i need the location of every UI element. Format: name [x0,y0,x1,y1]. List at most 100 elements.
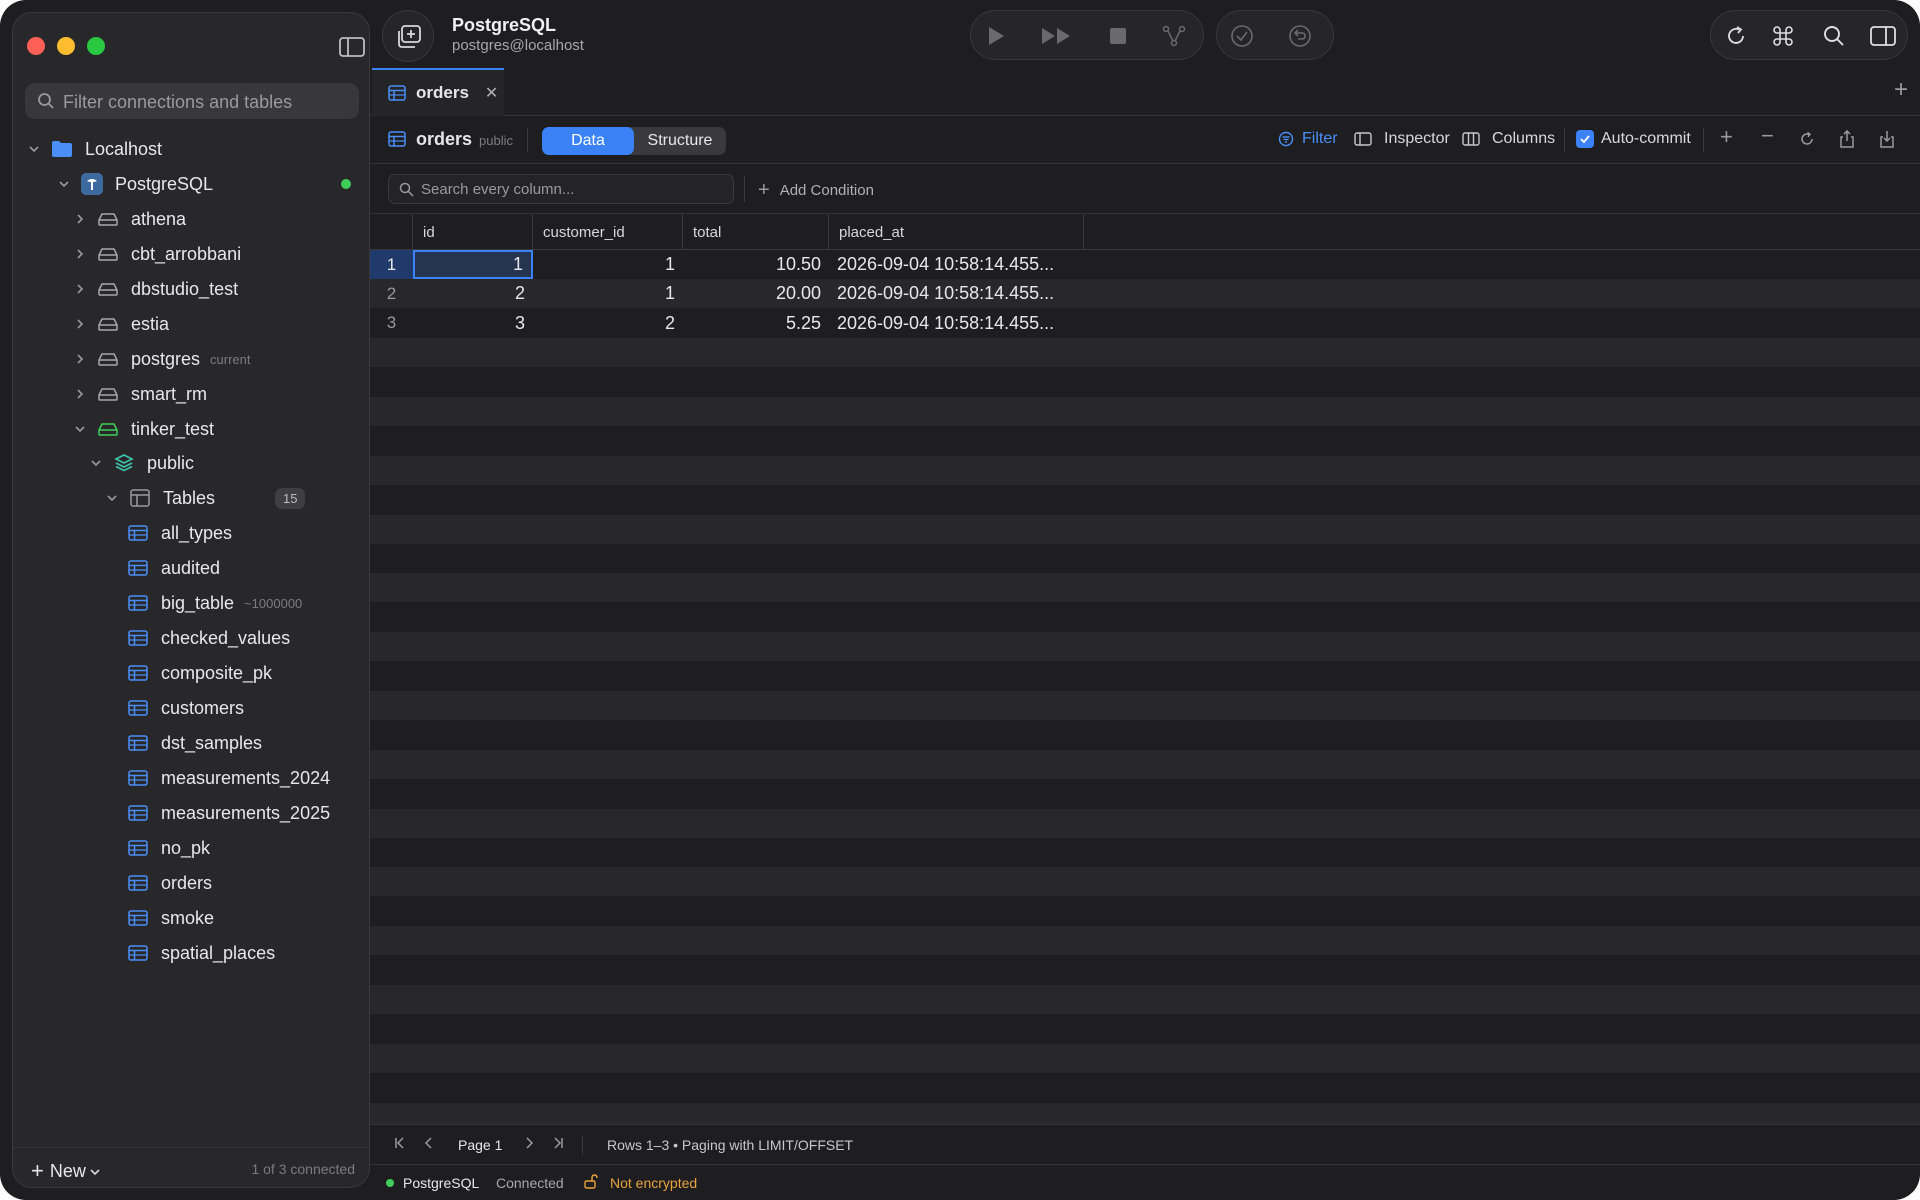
tree-table-item[interactable]: measurements_2025 [127,796,340,830]
previous-page-icon[interactable] [424,1136,434,1153]
tree-table-item[interactable]: orders [127,866,222,900]
table-cell[interactable]: 2026-09-04 10:58:14.455... [829,250,1084,279]
refresh-icon [1728,26,1744,44]
tree-group-localhost[interactable]: Localhost [27,132,162,166]
tree-table-item[interactable]: spatial_places [127,936,285,970]
run-button[interactable] [981,21,1011,51]
grid-stripe [370,485,1920,515]
columns-button[interactable]: Columns [1462,130,1555,148]
search-button[interactable] [1819,21,1849,51]
tree-database-item[interactable]: cbt_arrobbani [73,237,251,271]
table-cell[interactable]: 10.50 [683,250,829,279]
table-cell[interactable]: 5.25 [683,309,829,338]
play-icon [989,27,1004,45]
tab-orders[interactable]: orders ✕ [372,68,504,116]
tree-table-item[interactable]: checked_values [127,621,300,655]
data-tab-button[interactable]: Data [542,127,634,155]
tree-database-item[interactable]: dbstudio_test [73,272,248,306]
table-cell[interactable]: 3 [413,309,533,338]
column-header[interactable]: customer_id [533,214,683,250]
new-connection-button[interactable]: + New [31,1158,100,1184]
command-palette-button[interactable] [1768,21,1798,51]
tree-database-item[interactable]: estia [73,307,179,341]
new-tab-button[interactable]: + [1894,76,1908,104]
tree-table-item[interactable]: composite_pk [127,656,282,690]
delete-row-button[interactable]: − [1761,123,1774,149]
tree-database-item[interactable]: smart_rm [73,377,217,411]
add-condition-button[interactable]: + Add Condition [758,179,874,202]
row-number[interactable]: 1 [370,250,413,279]
grid-stripe [370,896,1920,926]
connection-subtitle: postgres@localhost [452,37,584,54]
new-query-button[interactable] [382,10,434,62]
toggle-sidebar-icon[interactable] [339,37,365,57]
column-header[interactable]: id [413,214,533,250]
tree-table-item[interactable]: audited [127,551,230,585]
reload-button[interactable] [1799,131,1815,152]
stop-button[interactable] [1103,21,1133,51]
import-button[interactable] [1879,130,1895,153]
filter-connections-input[interactable]: Filter connections and tables [25,83,359,119]
explain-button[interactable] [1159,21,1189,51]
status-state: Connected [496,1175,564,1191]
tree-table-item[interactable]: dst_samples [127,726,272,760]
database-icon [97,419,119,439]
close-window-button[interactable] [27,37,45,55]
tree-table-item[interactable]: big_table ~1000000 [127,586,302,620]
column-header[interactable]: total [683,214,829,250]
toggle-inspector-button[interactable] [1868,21,1898,51]
commit-button[interactable] [1227,21,1257,51]
tree-database-item[interactable]: postgres current [73,342,251,376]
tree-table-item[interactable]: customers [127,691,254,725]
tree-table-item[interactable]: smoke [127,901,224,935]
table-cell[interactable]: 20.00 [683,279,829,308]
tree-connection-postgresql[interactable]: PostgreSQL [57,167,213,201]
tree-table-item[interactable]: measurements_2024 [127,761,340,795]
column-header[interactable]: placed_at [829,214,1084,250]
row-number[interactable]: 2 [370,279,413,308]
autocommit-toggle[interactable]: Auto-commit [1576,130,1691,148]
table-cell[interactable]: 2 [413,279,533,308]
tree-schema-public[interactable]: public [89,446,194,480]
transaction-controls [1216,10,1334,60]
close-tab-icon[interactable]: ✕ [485,83,498,103]
fast-forward-icon [1042,28,1070,44]
grid-stripe [370,720,1920,750]
table-name: composite_pk [161,662,273,683]
tab-label: orders [416,83,469,102]
next-page-icon[interactable] [524,1136,534,1153]
table-cell[interactable]: 2026-09-04 10:58:14.455... [829,309,1084,338]
minimize-window-button[interactable] [57,37,75,55]
tree-database-item[interactable]: athena [73,202,196,236]
filter-button[interactable]: Filter [1278,130,1338,148]
table-cell[interactable]: 2026-09-04 10:58:14.455... [829,279,1084,308]
refresh-button[interactable] [1721,21,1751,51]
zoom-window-button[interactable] [87,37,105,55]
inspector-button[interactable]: Inspector [1354,130,1450,148]
tree-tables-folder[interactable]: Tables [105,481,215,515]
row-number[interactable]: 3 [370,309,413,338]
tree-table-item[interactable]: no_pk [127,831,220,865]
check-circle-icon [1231,25,1253,47]
table-cell[interactable]: 1 [533,279,683,308]
tree-table-item[interactable]: all_types [127,516,242,550]
autocommit-label: Auto-commit [1601,130,1691,147]
chevron-right-icon [73,352,87,366]
rollback-button[interactable] [1285,21,1315,51]
add-row-button[interactable]: + [1720,124,1733,150]
selected-cell[interactable]: 1 [413,250,533,279]
run-all-button[interactable] [1037,21,1077,51]
search-columns-input[interactable]: Search every column... [388,174,734,204]
table-toolbar: orders public Data Structure Filter Insp… [370,116,1920,164]
tree-database-item[interactable]: tinker_test [73,412,224,446]
table-cell[interactable]: 1 [533,250,683,279]
structure-tab-button[interactable]: Structure [634,127,726,155]
export-button[interactable] [1839,129,1855,153]
last-page-icon[interactable] [552,1136,564,1153]
first-page-icon[interactable] [394,1136,406,1153]
database-icon [97,209,119,229]
grid-stripe [370,1073,1920,1103]
schema-name: public [147,452,195,473]
table-name: dst_samples [161,732,263,753]
table-cell[interactable]: 2 [533,309,683,338]
